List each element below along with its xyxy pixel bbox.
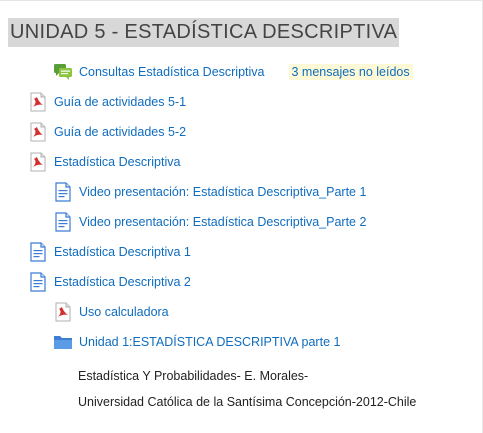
activity-link[interactable]: Unidad 1:ESTADÍSTICA DESCRIPTIVA parte 1 [79, 335, 340, 349]
activity-link[interactable]: Guía de actividades 5-2 [54, 125, 186, 139]
activity-link[interactable]: Estadística Descriptiva 2 [54, 275, 191, 289]
activity-forum-consultas[interactable]: Consultas Estadística Descriptiva 3 mens… [53, 62, 413, 82]
course-page: UNIDAD 5 - ESTADÍSTICA DESCRIPTIVA Consu… [0, 0, 483, 433]
activity-guia-5-1[interactable]: Guía de actividades 5-1 [28, 92, 186, 112]
top-divider [0, 0, 483, 1]
activity-video-parte-2[interactable]: Video presentación: Estadística Descript… [53, 212, 366, 232]
activity-link[interactable]: Uso calculadora [79, 305, 169, 319]
pdf-icon [28, 92, 48, 112]
forum-icon [53, 62, 73, 82]
activity-link[interactable]: Estadística Descriptiva [54, 155, 180, 169]
activity-estadistica-descriptiva[interactable]: Estadística Descriptiva [28, 152, 180, 172]
activity-guia-5-2[interactable]: Guía de actividades 5-2 [28, 122, 186, 142]
pdf-icon [28, 152, 48, 172]
section-title: UNIDAD 5 - ESTADÍSTICA DESCRIPTIVA [8, 18, 400, 47]
activity-estadistica-descriptiva-1[interactable]: Estadística Descriptiva 1 [28, 242, 191, 262]
label-author-line: Estadística Y Probabilidades- E. Morales… [78, 369, 309, 383]
activity-video-parte-1[interactable]: Video presentación: Estadística Descript… [53, 182, 366, 202]
activity-link[interactable]: Video presentación: Estadística Descript… [79, 215, 366, 229]
page-icon [53, 182, 73, 202]
pdf-icon [53, 302, 73, 322]
activity-estadistica-descriptiva-2[interactable]: Estadística Descriptiva 2 [28, 272, 191, 292]
activity-folder-unidad-1[interactable]: Unidad 1:ESTADÍSTICA DESCRIPTIVA parte 1 [53, 332, 340, 352]
pdf-icon [28, 122, 48, 142]
activity-link[interactable]: Consultas Estadística Descriptiva [79, 65, 265, 79]
folder-icon [53, 332, 73, 352]
label-university-line: Universidad Católica de la Santísima Con… [78, 395, 417, 409]
activity-uso-calculadora[interactable]: Uso calculadora [53, 302, 169, 322]
activity-link[interactable]: Guía de actividades 5-1 [54, 95, 186, 109]
page-icon [28, 272, 48, 292]
activity-link[interactable]: Video presentación: Estadística Descript… [79, 185, 366, 199]
unread-messages-badge[interactable]: 3 mensajes no leídos [288, 64, 413, 80]
activity-link[interactable]: Estadística Descriptiva 1 [54, 245, 191, 259]
page-icon [53, 212, 73, 232]
page-icon [28, 242, 48, 262]
